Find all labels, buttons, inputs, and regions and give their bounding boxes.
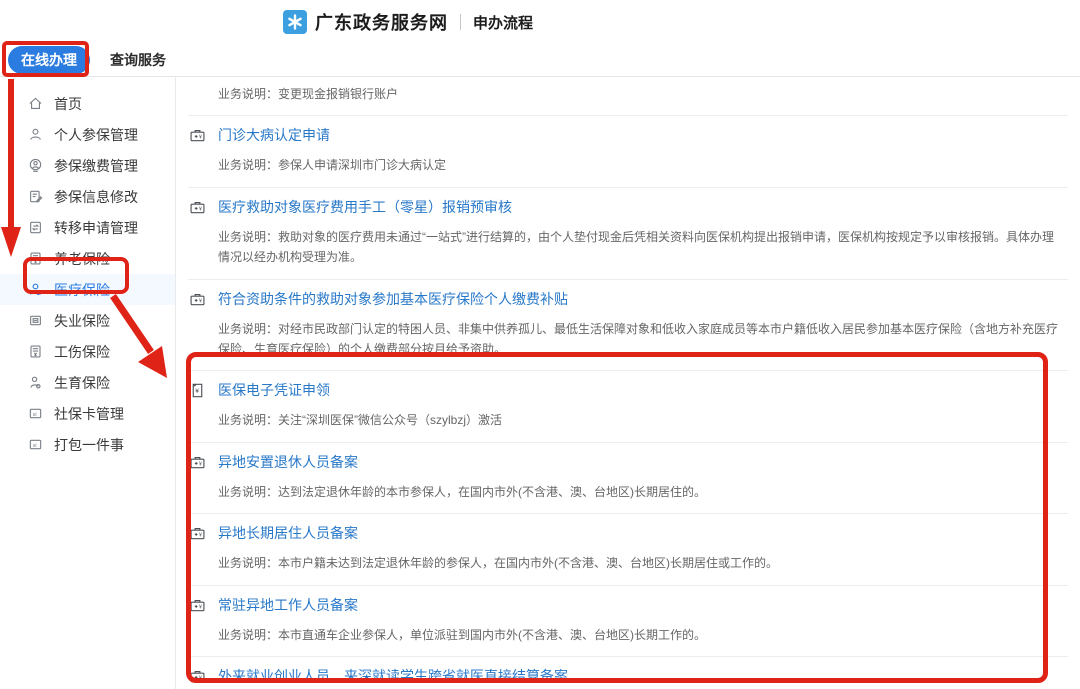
ss-card-icon: si — [27, 406, 43, 422]
home-icon — [27, 96, 43, 112]
svg-text:¥: ¥ — [199, 206, 202, 212]
site-title: 广东政务服务网 — [315, 9, 448, 35]
svg-text:¥: ¥ — [199, 675, 202, 681]
transfer-icon — [27, 220, 43, 236]
sidebar-item-label: 参保信息修改 — [54, 187, 138, 207]
tab-online-handling[interactable]: 在线办理 — [8, 46, 90, 74]
service-description: 业务说明：达到法定退休年龄的本市参保人，在国内市外(不含港、澳、台地区)长期居住… — [218, 482, 1068, 502]
tab-bar: 在线办理 查询服务 — [0, 44, 1080, 77]
sidebar-item-label: 医疗保险 — [54, 280, 110, 300]
sidebar-item-label: 打包一件事 — [54, 435, 124, 455]
svg-text:¥: ¥ — [199, 532, 202, 538]
sidebar-item[interactable]: 医疗保险 — [0, 274, 175, 305]
sidebar-item-label: 首页 — [54, 94, 82, 114]
svg-text:¥: ¥ — [195, 388, 199, 395]
medkit-icon: ¥ — [188, 525, 206, 543]
sidebar-item[interactable]: 养老保险 — [0, 243, 175, 274]
card-badge-icon — [27, 313, 43, 329]
sidebar-item-label: 养老保险 — [54, 249, 110, 269]
service-item: ¥ 符合资助条件的救助对象参加基本医疗保险个人缴费补贴 业务说明：对经市民政部门… — [188, 280, 1068, 372]
service-item: ¥ 常驻异地工作人员备案 业务说明：本市直通车企业参保人，单位派驻到国内市外(不… — [188, 586, 1068, 657]
medkit-icon: ¥ — [188, 127, 206, 145]
service-link[interactable]: 外来就业创业人员、来深就读学生跨省就医直接结算备案 — [218, 667, 568, 686]
sidebar-item-label: 社保卡管理 — [54, 404, 124, 424]
service-description: 业务说明：救助对象的医疗费用未通过“一站式”进行结算的，由个人垫付现金后凭相关资… — [218, 227, 1068, 268]
sidebar-item-label: 参保缴费管理 — [54, 156, 138, 176]
tab-query-service[interactable]: 查询服务 — [110, 50, 166, 70]
svg-text:¥: ¥ — [199, 461, 202, 467]
doc-yen-icon — [27, 251, 43, 267]
page-header: 广东政务服务网 申办流程 — [0, 0, 1080, 44]
sidebar-item[interactable]: si 社保卡管理 — [0, 398, 175, 429]
breadcrumb: 申办流程 — [473, 12, 533, 33]
sidebar: 首页 个人参保管理 参保缴费管理 参保信息修改 转移申请管理 养老保险 医疗保险… — [0, 77, 176, 689]
service-link[interactable]: 符合资助条件的救助对象参加基本医疗保险个人缴费补贴 — [218, 290, 568, 309]
svg-text:¥: ¥ — [199, 135, 202, 141]
medkit-icon: ¥ — [188, 290, 206, 308]
sidebar-item[interactable]: si 打包一件事 — [0, 429, 175, 460]
sidebar-item[interactable]: 转移申请管理 — [0, 212, 175, 243]
service-description: 业务说明：参保人申请深圳市门诊大病认定 — [218, 155, 1068, 175]
medkit-icon: ¥ — [188, 596, 206, 614]
service-item: 业务说明：变更现金报销银行账户 — [188, 84, 1068, 116]
sidebar-item[interactable]: 参保信息修改 — [0, 181, 175, 212]
service-description: 业务说明：本市户籍未达到法定退休年龄的参保人，在国内市外(不含港、澳、台地区)长… — [218, 553, 1068, 573]
service-link[interactable]: 常驻异地工作人员备案 — [218, 596, 358, 615]
service-list: 业务说明：变更现金报销银行账户 ¥ 门诊大病认定申请 业务说明：参保人申请深圳市… — [176, 77, 1080, 689]
service-link[interactable]: 医保电子凭证申领 — [218, 381, 330, 400]
doctor-icon — [27, 282, 43, 298]
sidebar-item-label: 转移申请管理 — [54, 218, 138, 238]
service-link[interactable]: 异地安置退休人员备案 — [218, 453, 358, 472]
service-description: 业务说明：关注“深圳医保”微信公众号（szylbzj）激活 — [218, 410, 1068, 430]
service-item: ¥ 外来就业创业人员、来深就读学生跨省就医直接结算备案 业务说明：在深圳就业或创… — [188, 657, 1068, 689]
sidebar-item[interactable]: 个人参保管理 — [0, 119, 175, 150]
cert-yen-icon: ¥ — [188, 382, 206, 400]
asterisk-logo-icon — [283, 10, 307, 34]
doc-yen-icon — [27, 344, 43, 360]
service-item: ¥ 门诊大病认定申请 业务说明：参保人申请深圳市门诊大病认定 — [188, 116, 1068, 187]
service-item: ¥ 异地安置退休人员备案 业务说明：达到法定退休年龄的本市参保人，在国内市外(不… — [188, 443, 1068, 514]
sidebar-item[interactable]: 失业保险 — [0, 305, 175, 336]
sidebar-item[interactable]: 首页 — [0, 88, 175, 119]
svg-text:si: si — [32, 443, 36, 449]
service-item: ¥ 医保电子凭证申领 业务说明：关注“深圳医保”微信公众号（szylbzj）激活 — [188, 371, 1068, 442]
service-description: 业务说明：本市直通车企业参保人，单位派驻到国内市外(不含港、澳、台地区)长期工作… — [218, 625, 1068, 645]
sidebar-item[interactable]: 生育保险 — [0, 367, 175, 398]
service-description: 业务说明：变更现金报销银行账户 — [218, 84, 1068, 104]
medkit-icon: ¥ — [188, 453, 206, 471]
doc-edit-icon — [27, 189, 43, 205]
service-link[interactable]: 门诊大病认定申请 — [218, 126, 330, 145]
sidebar-item-label: 失业保险 — [54, 311, 110, 331]
medkit-icon: ¥ — [188, 198, 206, 216]
service-link[interactable]: 医疗救助对象医疗费用手工（零星）报销预审核 — [218, 198, 512, 217]
sidebar-item-label: 工伤保险 — [54, 342, 110, 362]
service-item: ¥ 异地长期居住人员备案 业务说明：本市户籍未达到法定退休年龄的参保人，在国内市… — [188, 514, 1068, 585]
sidebar-item-label: 个人参保管理 — [54, 125, 138, 145]
svg-text:si: si — [32, 412, 36, 418]
service-link[interactable]: 异地长期居住人员备案 — [218, 524, 358, 543]
user-badge-icon — [27, 158, 43, 174]
sidebar-item-label: 生育保险 — [54, 373, 110, 393]
service-item: ¥ 医疗救助对象医疗费用手工（零星）报销预审核 业务说明：救助对象的医疗费用未通… — [188, 188, 1068, 280]
user-icon — [27, 127, 43, 143]
sidebar-item[interactable]: 参保缴费管理 — [0, 150, 175, 181]
package-card-icon: si — [27, 437, 43, 453]
baby-icon — [27, 375, 43, 391]
service-description: 业务说明：对经市民政部门认定的特困人员、非集中供养孤儿、最低生活保障对象和低收入… — [218, 319, 1068, 360]
svg-text:¥: ¥ — [199, 604, 202, 610]
header-divider — [460, 14, 461, 30]
sidebar-item[interactable]: 工伤保险 — [0, 336, 175, 367]
medkit-icon: ¥ — [188, 667, 206, 685]
svg-text:¥: ¥ — [199, 298, 202, 304]
